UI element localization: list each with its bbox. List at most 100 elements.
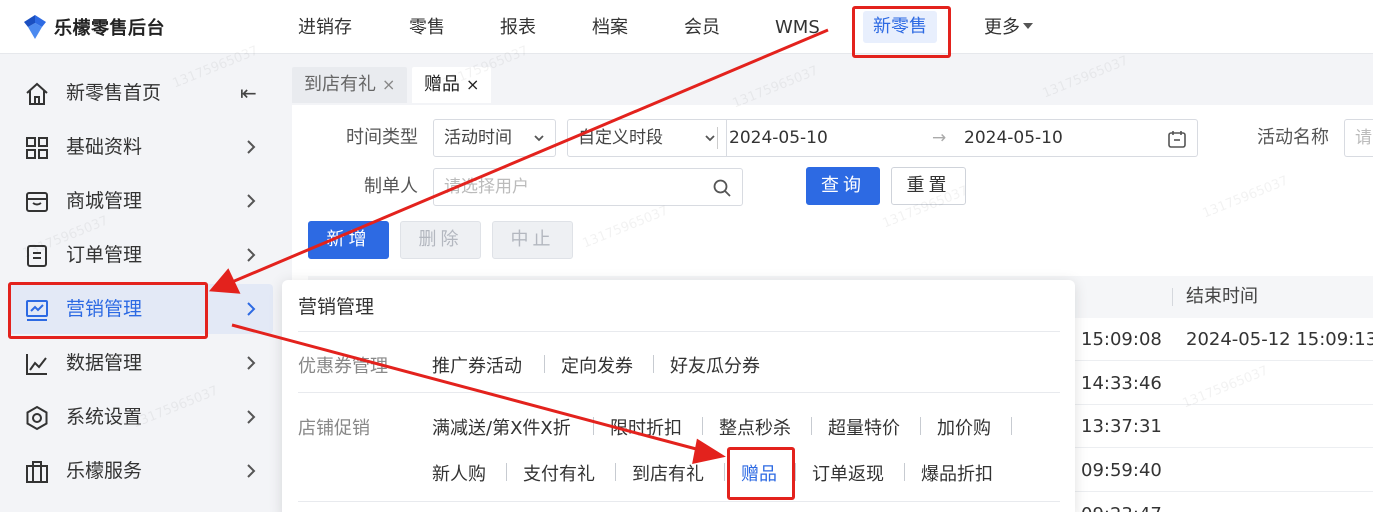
chevron-right-icon (247, 464, 256, 478)
tab-label: 到店有礼 (304, 74, 376, 95)
menu-link-store-gift[interactable]: 到店有礼 (632, 460, 704, 486)
highlight-box-new-retail (852, 6, 951, 58)
stop-button[interactable]: 中止 (492, 221, 573, 259)
cell-start-time: 09:23:47 (1081, 493, 1162, 512)
period-value: 自定义时段 (578, 128, 663, 148)
column-divider (1172, 288, 1173, 306)
activity-name-input[interactable]: 请 (1344, 119, 1373, 157)
link-separator (1011, 417, 1012, 435)
menu-link-hot-discount[interactable]: 爆品折扣 (921, 460, 993, 486)
menu-link-pay-gift[interactable]: 支付有礼 (523, 460, 595, 486)
sidebar-item-label: 乐檬服务 (66, 460, 143, 482)
nav-item-more[interactable]: 更多 (984, 13, 1033, 43)
highlight-box-gift (727, 447, 795, 500)
query-button[interactable]: 查询 (806, 167, 880, 205)
link-separator (795, 463, 796, 481)
creator-field[interactable] (433, 168, 743, 206)
close-icon[interactable]: × (382, 75, 395, 94)
nav-item-inventory[interactable]: 进销存 (298, 13, 352, 43)
search-icon[interactable] (712, 178, 732, 198)
menu-link-targeted-coupon[interactable]: 定向发券 (561, 352, 633, 378)
link-separator (724, 463, 725, 481)
nav-item-reports[interactable]: 报表 (500, 13, 536, 43)
nav-item-wms[interactable]: WMS (775, 13, 820, 43)
link-separator (920, 417, 921, 435)
sidebar-item-label: 基础资料 (66, 136, 143, 158)
menu-link-bulk-special[interactable]: 超量特价 (828, 414, 900, 440)
menu-link-newcomer[interactable]: 新人购 (432, 460, 486, 486)
sidebar-item-service[interactable]: 乐檬服务 (8, 446, 273, 496)
order-icon (27, 245, 47, 267)
chart-icon (26, 354, 47, 375)
tab-label: 赠品 (424, 74, 460, 95)
close-icon[interactable]: × (466, 75, 479, 94)
sidebar-item-basic-data[interactable]: 基础资料 (8, 122, 273, 172)
chevron-right-icon (247, 410, 256, 424)
caret-down-icon (1023, 23, 1033, 29)
menu-link-hourly-seckill[interactable]: 整点秒杀 (719, 414, 791, 440)
chevron-right-icon (247, 302, 256, 316)
creator-input[interactable] (444, 169, 704, 205)
cell-start-time: 14:33:46 (1081, 373, 1162, 394)
menu-link-flash-discount[interactable]: 限时折扣 (610, 414, 682, 440)
store-icon (26, 192, 48, 212)
grid-icon (26, 137, 48, 159)
app-logo[interactable]: 乐檬零售后台 (22, 12, 165, 42)
link-separator (811, 417, 812, 435)
delete-button[interactable]: 删除 (400, 221, 481, 259)
home-icon (26, 82, 48, 105)
menu-link-full-reduction[interactable]: 满减送/第X件X折 (432, 414, 571, 440)
link-separator (653, 355, 654, 373)
marketing-submenu-popover: 营销管理 优惠券管理 推广券活动 定向发券 好友瓜分券 店铺促销 满减送/第X件… (282, 280, 1075, 512)
date-end[interactable]: 2024-05-10 (964, 120, 1063, 156)
chevron-down-icon (534, 135, 544, 142)
time-type-label: 时间类型 (346, 127, 418, 148)
menu-link-friend-coupon[interactable]: 好友瓜分券 (670, 352, 760, 378)
chevron-right-icon (247, 194, 256, 208)
nav-item-archives[interactable]: 档案 (592, 13, 628, 43)
time-type-value: 活动时间 (444, 128, 512, 148)
link-separator (544, 355, 545, 373)
service-icon (26, 461, 48, 483)
creator-label: 制单人 (364, 176, 418, 197)
period-select[interactable]: 自定义时段 (567, 119, 727, 157)
tab-store-gift[interactable]: 到店有礼 × (292, 67, 408, 103)
nav-more-label: 更多 (984, 17, 1020, 38)
reset-button[interactable]: 重置 (891, 167, 966, 205)
sidebar-item-label: 订单管理 (66, 244, 143, 266)
highlight-box-marketing (8, 282, 208, 339)
time-type-select[interactable]: 活动时间 (433, 119, 556, 157)
calendar-icon[interactable] (1167, 129, 1187, 149)
sidebar-item-data[interactable]: 数据管理 (8, 338, 273, 388)
sidebar-item-mall[interactable]: 商城管理 (8, 176, 273, 226)
cell-start-time: 13:37:31 (1081, 416, 1162, 437)
settings-icon (26, 405, 48, 431)
column-header-end-time[interactable]: 结束时间 (1186, 276, 1258, 318)
chevron-right-icon (247, 356, 256, 370)
collapse-sidebar-icon[interactable]: ⇤ (240, 79, 264, 105)
date-start[interactable]: 2024-05-10 (729, 120, 828, 156)
link-separator (702, 417, 703, 435)
sidebar-item-settings[interactable]: 系统设置 (8, 392, 273, 442)
tab-gift[interactable]: 赠品 × (412, 67, 492, 103)
date-range-picker[interactable]: 2024-05-10 → 2024-05-10 (727, 119, 1198, 157)
sidebar-item-home[interactable]: 新零售首页 ⇤ (8, 68, 273, 118)
group-label-store-promo: 店铺促销 (298, 418, 370, 439)
divider (298, 501, 1060, 502)
top-navbar: 乐檬零售后台 进销存 零售 报表 档案 会员 WMS 新零售 更多 (0, 0, 1373, 54)
menu-link-add-on-purchase[interactable]: 加价购 (937, 414, 991, 440)
nav-item-members[interactable]: 会员 (684, 13, 720, 43)
cell-start-time: 15:09:08 (1081, 329, 1162, 350)
cell-start-time: 09:59:40 (1081, 460, 1162, 481)
add-button[interactable]: 新增 (308, 221, 389, 259)
sidebar-item-orders[interactable]: 订单管理 (8, 230, 273, 280)
link-separator (615, 463, 616, 481)
sidebar-item-label: 新零售首页 (66, 82, 162, 104)
chevron-down-icon (705, 135, 715, 142)
logo-icon (24, 15, 46, 39)
nav-item-retail[interactable]: 零售 (409, 13, 445, 43)
menu-link-order-cashback[interactable]: 订单返现 (812, 460, 884, 486)
menu-link-promo-coupon[interactable]: 推广券活动 (432, 352, 522, 378)
sidebar-item-label: 系统设置 (66, 406, 143, 428)
divider (298, 392, 1060, 393)
